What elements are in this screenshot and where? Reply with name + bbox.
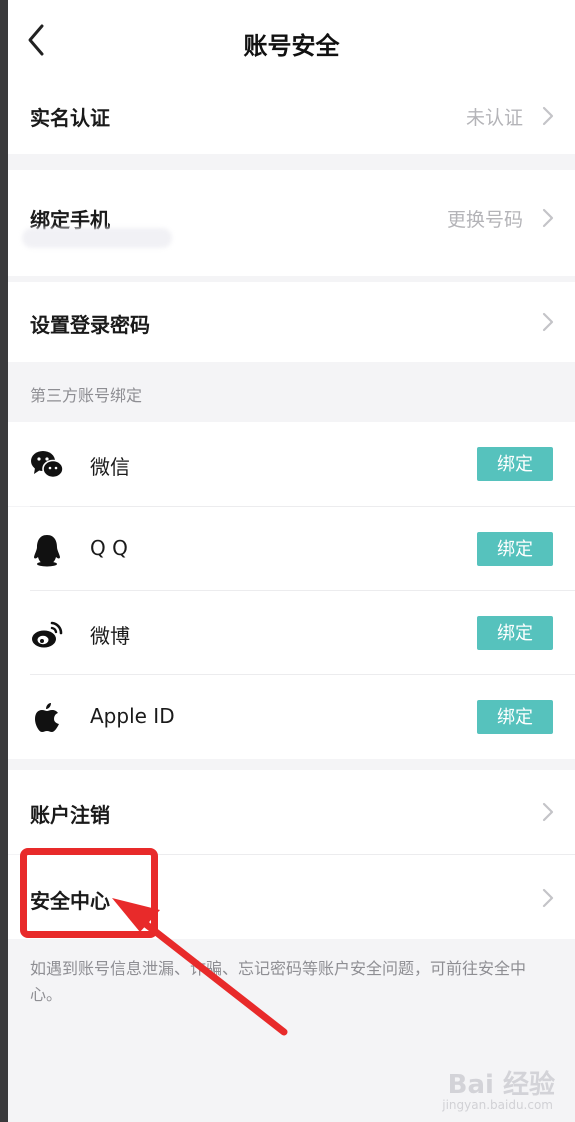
chevron-right-icon [542, 888, 554, 908]
chevron-right-icon [542, 802, 554, 822]
row-security-center[interactable]: 安全中心 [8, 855, 575, 939]
apple-icon [35, 703, 59, 732]
account-security-screen: 账号安全 实名认证 未认证 绑定手机 更换号码 设置登录密码 第三方账号绑定 微… [8, 0, 575, 1122]
row-value-bind-phone: 更换号码 [446, 209, 523, 231]
watermark-url: jingyan.baidu.com [442, 1098, 553, 1112]
row-set-password[interactable]: 设置登录密码 [8, 282, 575, 362]
row-label-real-name: 实名认证 [30, 106, 110, 130]
bind-wechat-button[interactable]: 绑定 [477, 447, 553, 481]
social-label-qq: Q Q [90, 536, 128, 560]
social-row-wechat: 微信 绑定 [8, 422, 575, 506]
bind-weibo-button[interactable]: 绑定 [477, 616, 553, 650]
weibo-icon [32, 621, 63, 648]
left-edge-strip [0, 0, 8, 1122]
chevron-right-icon [542, 208, 554, 228]
social-row-apple-id: Apple ID 绑定 [8, 675, 575, 759]
page-title: 账号安全 [243, 32, 340, 60]
row-real-name[interactable]: 实名认证 未认证 [8, 78, 575, 154]
chevron-right-icon [542, 312, 554, 332]
row-label-set-password: 设置登录密码 [30, 313, 150, 337]
phone-number-redacted [22, 228, 172, 248]
section-header-label: 第三方账号绑定 [30, 386, 143, 405]
bind-apple-id-button[interactable]: 绑定 [477, 700, 553, 734]
social-label-apple-id: Apple ID [90, 704, 175, 728]
third-party-section-header: 第三方账号绑定 [8, 362, 575, 422]
row-bind-phone[interactable]: 绑定手机 更换号码 [8, 170, 575, 276]
wechat-icon [31, 451, 64, 479]
social-row-weibo: 微博 绑定 [8, 591, 575, 675]
social-label-wechat: 微信 [90, 455, 130, 479]
row-label-security-center: 安全中心 [30, 889, 110, 913]
social-label-weibo: 微博 [90, 624, 130, 648]
row-label-deactivate-account: 账户注销 [30, 803, 110, 827]
watermark-brand: Bai 经验 [447, 1070, 555, 1100]
bind-qq-button[interactable]: 绑定 [477, 532, 553, 566]
row-deactivate-account[interactable]: 账户注销 [8, 770, 575, 854]
chevron-right-icon [542, 106, 554, 126]
footer-note: 如遇到账号信息泄漏、诈骗、忘记密码等账户安全问题，可前往安全中心。 [30, 959, 527, 1004]
nav-bar: 账号安全 [8, 0, 575, 78]
social-row-qq: Q Q 绑定 [8, 507, 575, 591]
qq-icon [34, 535, 60, 567]
row-value-real-name: 未认证 [465, 107, 523, 129]
